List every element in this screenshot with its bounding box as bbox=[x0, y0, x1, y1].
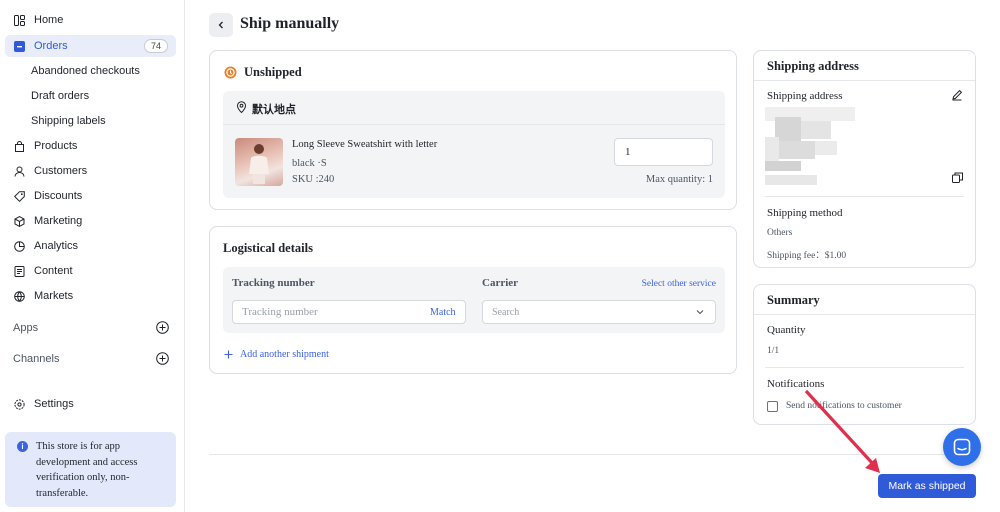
summary-quantity-value: 1/1 bbox=[767, 346, 780, 356]
bag-icon bbox=[13, 140, 25, 152]
redacted-address-block bbox=[765, 107, 861, 187]
sidebar-item-home[interactable]: Home bbox=[5, 9, 176, 31]
sidebar-item-products[interactable]: Products bbox=[5, 135, 176, 157]
mark-as-shipped-button[interactable]: Mark as shipped bbox=[878, 474, 976, 498]
notifications-divider bbox=[765, 367, 964, 368]
location-panel: 默认地点 Long Sleeve Sweatshirt with letter … bbox=[223, 91, 725, 198]
sidebar-item-label: Markets bbox=[34, 290, 74, 302]
logistics-title: Logistical details bbox=[223, 241, 313, 255]
red-arrow-annotation bbox=[804, 389, 880, 473]
apps-section-label: Apps bbox=[13, 322, 39, 334]
cube-icon bbox=[13, 215, 25, 227]
orders-count-badge: 74 bbox=[143, 39, 168, 53]
carrier-search-select[interactable] bbox=[482, 300, 716, 324]
sidebar-item-label: Analytics bbox=[34, 240, 79, 252]
unshipped-status-label: Unshipped bbox=[244, 65, 302, 79]
sidebar-item-marketing[interactable]: Marketing bbox=[5, 210, 176, 232]
shipping-method-value: Others bbox=[767, 228, 793, 238]
copy-icon[interactable] bbox=[952, 172, 963, 183]
info-icon: i bbox=[17, 441, 28, 452]
sidebar-item-settings[interactable]: Settings bbox=[5, 393, 176, 415]
carrier-label: Carrier bbox=[482, 277, 519, 289]
sidebar-item-analytics[interactable]: Analytics bbox=[5, 235, 176, 257]
select-other-service-link[interactable]: Select other service bbox=[642, 279, 716, 289]
method-divider bbox=[765, 196, 964, 197]
product-thumbnail bbox=[235, 138, 283, 186]
shipping-address-subtitle: Shipping address bbox=[767, 90, 843, 102]
sidebar-item-label: Settings bbox=[34, 398, 74, 410]
product-sku: SKU :240 bbox=[292, 174, 335, 185]
logistics-card: Logistical details Tracking number Match… bbox=[209, 226, 737, 374]
summary-quantity-label: Quantity bbox=[767, 324, 806, 336]
store-notice-text: This store is for app development and ac… bbox=[36, 441, 138, 499]
send-notification-checkbox[interactable] bbox=[767, 401, 778, 412]
pie-icon bbox=[13, 240, 25, 252]
back-button[interactable] bbox=[209, 13, 233, 37]
sidebar-item-abandoned-checkouts[interactable]: Abandoned checkouts bbox=[5, 60, 176, 82]
shipping-fee: Shipping fee：$1.00 bbox=[767, 251, 847, 261]
summary-divider bbox=[754, 314, 975, 315]
add-app-icon[interactable] bbox=[156, 321, 169, 334]
sidebar-item-label: Abandoned checkouts bbox=[31, 65, 140, 77]
location-divider bbox=[223, 124, 725, 125]
location-name: 默认地点 bbox=[252, 104, 296, 116]
orders-icon bbox=[13, 40, 25, 52]
match-button[interactable]: Match bbox=[430, 307, 456, 318]
add-shipment-button[interactable]: Add another shipment bbox=[224, 349, 329, 360]
max-quantity-label: Max quantity: 1 bbox=[645, 174, 713, 185]
person-icon bbox=[13, 165, 25, 177]
sidebar-item-markets[interactable]: Markets bbox=[5, 285, 176, 307]
sidebar-item-label: Draft orders bbox=[31, 90, 90, 102]
location-pin-icon bbox=[236, 101, 247, 113]
sidebar-item-discounts[interactable]: Discounts bbox=[5, 185, 176, 207]
sidebar-item-label: Shipping labels bbox=[31, 115, 106, 127]
tracking-number-label: Tracking number bbox=[232, 277, 315, 289]
sidebar-item-label: Content bbox=[34, 265, 73, 277]
gear-icon bbox=[13, 398, 25, 410]
sidebar-item-label: Marketing bbox=[34, 215, 83, 227]
shipping-address-card: Shipping address Shipping address Shippi… bbox=[753, 50, 976, 268]
title-divider bbox=[754, 80, 975, 81]
add-channel-icon[interactable] bbox=[156, 352, 169, 365]
edit-pencil-icon[interactable] bbox=[951, 89, 963, 101]
store-notice: i This store is for app development and … bbox=[5, 432, 176, 507]
tag-icon bbox=[13, 190, 25, 202]
chevron-left-icon bbox=[218, 21, 223, 29]
add-shipment-label: Add another shipment bbox=[240, 349, 329, 360]
plus-icon bbox=[224, 350, 233, 359]
document-icon bbox=[13, 265, 25, 277]
chevron-down-icon bbox=[696, 310, 704, 315]
sidebar-item-label: Orders bbox=[34, 40, 68, 52]
sidebar-item-label: Discounts bbox=[34, 190, 83, 202]
chat-support-button[interactable] bbox=[943, 428, 981, 466]
sidebar-item-customers[interactable]: Customers bbox=[5, 160, 176, 182]
globe-icon bbox=[13, 290, 25, 302]
sidebar-item-content[interactable]: Content bbox=[5, 260, 176, 282]
sidebar-item-label: Customers bbox=[34, 165, 88, 177]
page-title: Ship manually bbox=[240, 15, 340, 32]
unshipped-status-icon bbox=[224, 66, 237, 79]
shipping-address-title: Shipping address bbox=[767, 59, 859, 73]
sidebar: Home Orders 74 Abandoned checkouts Draft… bbox=[0, 0, 185, 512]
product-name: Long Sleeve Sweatshirt with letter bbox=[292, 139, 438, 150]
tracking-panel: Tracking number Match Carrier Select oth… bbox=[223, 267, 725, 333]
sidebar-item-draft-orders[interactable]: Draft orders bbox=[5, 85, 176, 107]
quantity-input[interactable] bbox=[614, 138, 713, 166]
shipping-method-label: Shipping method bbox=[767, 207, 843, 219]
sidebar-item-label: Home bbox=[34, 14, 64, 26]
chat-icon bbox=[953, 438, 971, 456]
sidebar-item-orders[interactable]: Orders 74 bbox=[5, 35, 176, 57]
channels-section-label: Channels bbox=[13, 353, 60, 365]
sidebar-item-shipping-labels[interactable]: Shipping labels bbox=[5, 110, 176, 132]
unshipped-card: Unshipped 默认地点 Long Sleeve Sweatshirt wi… bbox=[209, 50, 737, 210]
summary-title: Summary bbox=[767, 293, 820, 307]
sidebar-item-label: Products bbox=[34, 140, 78, 152]
home-icon bbox=[13, 14, 25, 26]
product-variant: black ·S bbox=[292, 158, 327, 169]
